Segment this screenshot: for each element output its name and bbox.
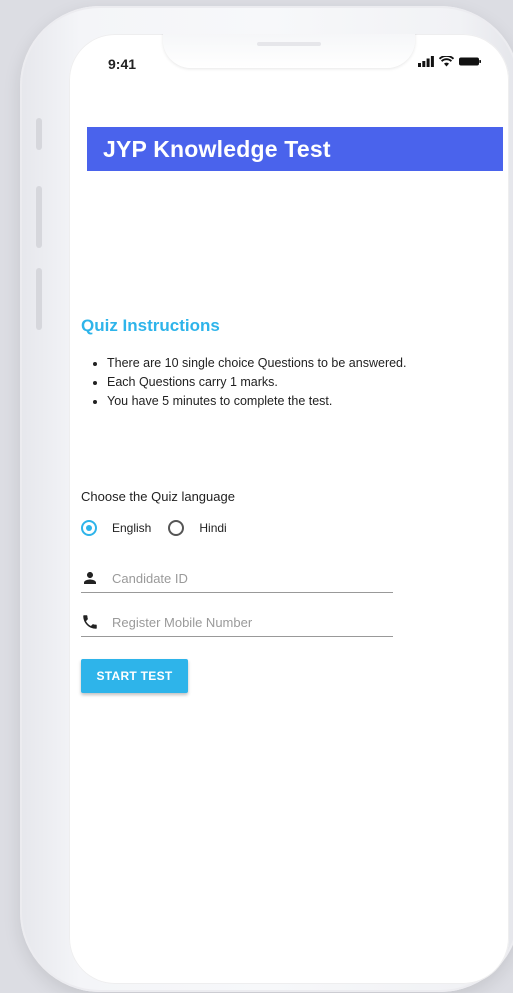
instruction-item: Each Questions carry 1 marks. — [107, 373, 406, 392]
volume-up-button — [36, 186, 42, 248]
battery-icon — [459, 57, 481, 66]
phone-screen: 9:41 JYP Knowledge Test Quiz Instruction… — [69, 34, 509, 984]
phone-frame: 9:41 JYP Knowledge Test Quiz Instruction… — [20, 6, 513, 992]
candidate-id-input[interactable] — [112, 570, 382, 586]
radio-english-label[interactable]: English — [112, 521, 151, 535]
instruction-item: You have 5 minutes to complete the test. — [107, 392, 406, 411]
candidate-id-field — [81, 564, 393, 593]
cellular-signal-icon — [418, 56, 434, 67]
instruction-item: There are 10 single choice Questions to … — [107, 354, 406, 373]
volume-down-button — [36, 268, 42, 330]
instructions-list: There are 10 single choice Questions to … — [81, 354, 406, 411]
instructions-heading: Quiz Instructions — [81, 316, 220, 335]
app-title: JYP Knowledge Test — [103, 135, 331, 162]
radio-english[interactable] — [81, 520, 97, 536]
app-header: JYP Knowledge Test — [87, 127, 503, 171]
person-icon — [84, 572, 96, 584]
mobile-number-input[interactable] — [112, 614, 382, 630]
status-time: 9:41 — [108, 56, 137, 72]
mobile-number-field — [81, 608, 393, 637]
start-test-button[interactable]: START TEST — [81, 659, 188, 693]
status-icons — [418, 56, 481, 67]
phone-icon — [83, 615, 97, 629]
mute-switch — [36, 118, 42, 150]
language-label: Choose the Quiz language — [81, 489, 235, 504]
radio-hindi[interactable] — [168, 520, 185, 536]
language-radio-group: English Hindi — [81, 520, 244, 536]
wifi-icon — [439, 56, 454, 67]
speaker-grille — [257, 42, 321, 46]
notch — [163, 34, 415, 68]
radio-hindi-label[interactable]: Hindi — [199, 521, 226, 535]
